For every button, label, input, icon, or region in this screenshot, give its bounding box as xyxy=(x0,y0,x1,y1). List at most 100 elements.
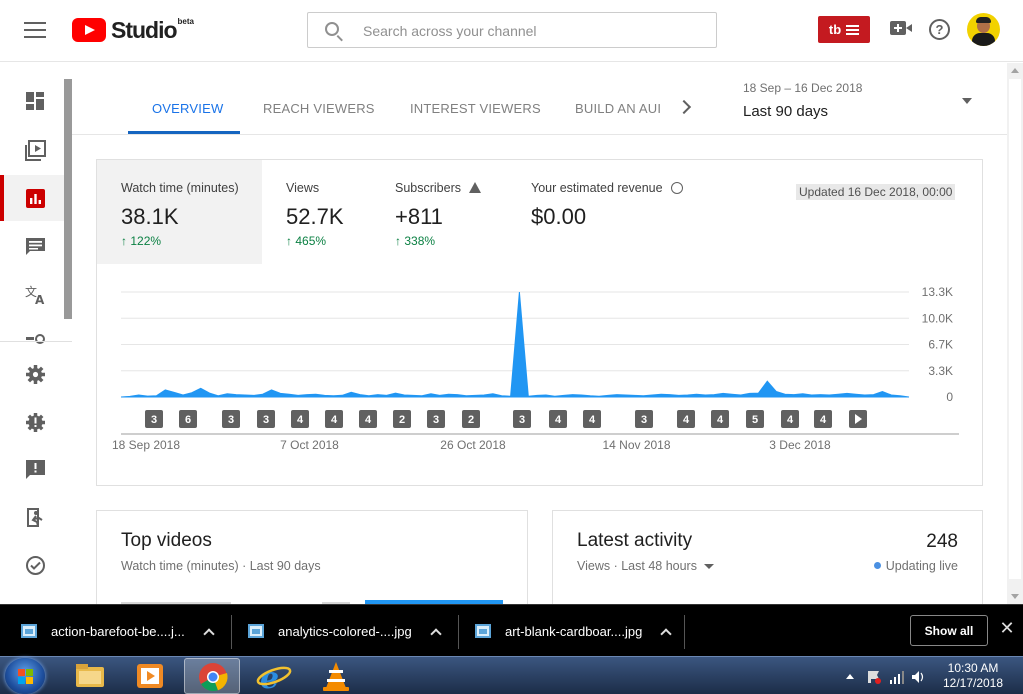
sidebar-item-check[interactable] xyxy=(0,542,64,588)
chevron-up-icon[interactable] xyxy=(203,627,215,640)
tab-build-audience[interactable]: BUILD AN AUI xyxy=(575,101,661,116)
active-tab-indicator xyxy=(128,131,240,134)
taskbar-media-player[interactable] xyxy=(122,658,178,694)
video-badge-count: 4 xyxy=(297,414,304,426)
watch-time-chart[interactable]: 13.3K 10.0K 6.7K 3.3K 0 18 Sep 2018 7 Oct 2018… xyxy=(97,160,982,485)
video-badge-count: 3 xyxy=(228,414,234,426)
taskbar-explorer[interactable] xyxy=(62,658,118,694)
analytics-icon xyxy=(26,189,45,208)
close-icon[interactable]: ✕ xyxy=(997,618,1017,638)
tubebuddy-button[interactable]: tb xyxy=(818,16,870,43)
top-videos-subtitle: Watch time (minutes) · Last 90 days xyxy=(121,559,321,573)
show-all-button[interactable]: Show all xyxy=(910,615,988,646)
clock-date: 12/17/2018 xyxy=(942,676,1004,690)
vlc-icon xyxy=(323,662,349,691)
help-icon[interactable]: ? xyxy=(929,19,950,40)
download-separator xyxy=(458,615,459,649)
scroll-up-icon[interactable] xyxy=(1011,68,1019,73)
image-file-icon xyxy=(475,624,491,638)
latest-activity-title: Latest activity xyxy=(577,530,693,551)
video-badge-count: 4 xyxy=(717,414,724,426)
search-box[interactable] xyxy=(307,12,717,48)
system-tray-icons[interactable] xyxy=(866,669,926,685)
latest-activity-subtitle[interactable]: Views · Last 48 hours xyxy=(577,559,714,573)
windows-start-button[interactable] xyxy=(5,658,45,694)
chevron-down-icon[interactable] xyxy=(703,564,714,569)
x-tick-label: 7 Oct 2018 xyxy=(280,438,339,452)
y-tick-label: 0 xyxy=(946,390,953,404)
dashboard-icon xyxy=(26,92,44,110)
download-separator xyxy=(684,615,685,649)
studio-logo[interactable]: Studio beta xyxy=(72,17,194,43)
x-tick-label: 14 Nov 2018 xyxy=(602,438,670,452)
sidebar-item-settings[interactable] xyxy=(0,351,64,397)
tab-overview[interactable]: OVERVIEW xyxy=(152,101,223,116)
clock-time: 10:30 AM xyxy=(947,661,999,675)
taskbar-chrome[interactable] xyxy=(184,658,240,694)
video-badge-count: 5 xyxy=(752,414,758,426)
gear-icon xyxy=(26,365,45,384)
chevron-up-icon[interactable] xyxy=(430,627,442,640)
media-player-icon xyxy=(137,664,163,688)
logo-text: Studio xyxy=(111,17,178,43)
video-badge-count: 4 xyxy=(365,414,372,426)
menu-icon[interactable] xyxy=(24,22,46,38)
sidebar: 文A xyxy=(0,63,72,604)
latest-activity-count: 248 xyxy=(926,531,958,552)
translate-icon: 文A xyxy=(25,284,45,305)
alert-gear-icon xyxy=(26,413,45,432)
show-hidden-icons-icon[interactable] xyxy=(846,674,854,679)
chevron-down-icon[interactable] xyxy=(962,98,972,104)
search-input[interactable] xyxy=(363,21,693,41)
download-item[interactable]: action-barefoot-be....j... xyxy=(21,605,221,657)
tab-reach-viewers[interactable]: REACH VIEWERS xyxy=(263,101,375,116)
sidebar-item-status[interactable] xyxy=(0,399,64,445)
app-window: Studio beta tb ? 文A xyxy=(0,0,1023,694)
create-video-icon[interactable] xyxy=(890,21,912,35)
sidebar-item-feedback[interactable] xyxy=(0,446,64,492)
overview-card: Watch time (minutes) 38.1K ↑ 122% Views … xyxy=(96,159,983,486)
download-item[interactable]: art-blank-cardboar....jpg xyxy=(475,605,675,657)
page-scrollbar[interactable] xyxy=(1007,63,1023,604)
top-videos-title: Top videos xyxy=(121,530,212,551)
video-badge-count: 2 xyxy=(468,414,474,426)
sidebar-item-videos[interactable] xyxy=(0,127,64,173)
sidebar-item-comments[interactable] xyxy=(0,223,64,269)
chevron-right-icon[interactable] xyxy=(676,99,692,115)
x-tick-label: 26 Oct 2018 xyxy=(440,438,506,452)
x-tick-label: 3 Dec 2018 xyxy=(769,438,831,452)
y-tick-label: 6.7K xyxy=(928,338,953,352)
top-header: Studio beta tb ? xyxy=(0,0,1023,62)
beta-label: beta xyxy=(177,17,194,26)
sidebar-scrollbar[interactable] xyxy=(64,79,72,319)
taskbar-vlc[interactable] xyxy=(308,658,364,694)
taskbar-internet-explorer[interactable]: e xyxy=(246,658,302,694)
search-icon[interactable] xyxy=(325,22,339,36)
taskbar-clock[interactable]: 10:30 AM 12/17/2018 xyxy=(938,661,1008,691)
download-filename: action-barefoot-be....j... xyxy=(51,623,185,639)
video-badge-count: 2 xyxy=(399,414,405,426)
youtube-play-icon xyxy=(72,18,106,42)
sidebar-divider xyxy=(0,341,72,342)
chevron-up-icon[interactable] xyxy=(660,627,672,640)
download-filename: analytics-colored-....jpg xyxy=(278,623,412,639)
scroll-down-icon[interactable] xyxy=(1011,594,1019,599)
tab-interest-viewers[interactable]: INTEREST VIEWERS xyxy=(410,101,541,116)
video-badge-count: 3 xyxy=(263,414,269,426)
scroll-thumb[interactable] xyxy=(1009,79,1021,579)
avatar[interactable] xyxy=(967,13,1000,46)
sidebar-item-analytics[interactable] xyxy=(0,175,64,221)
video-badge-count: 3 xyxy=(433,414,439,426)
video-badge-count: 3 xyxy=(151,414,157,426)
sidebar-item-classic[interactable] xyxy=(0,494,64,540)
internet-explorer-icon: e xyxy=(256,661,292,694)
period-select[interactable]: Last 90 days xyxy=(743,103,828,120)
exit-icon xyxy=(27,508,43,527)
sidebar-item-dashboard[interactable] xyxy=(0,78,64,124)
sidebar-item-translations[interactable]: 文A xyxy=(0,271,64,317)
check-circle-icon xyxy=(26,556,45,575)
svg-text:A: A xyxy=(35,293,45,305)
video-badge-count: 4 xyxy=(683,414,690,426)
date-range-text[interactable]: 18 Sep – 16 Dec 2018 xyxy=(743,81,862,95)
download-item[interactable]: analytics-colored-....jpg xyxy=(248,605,448,657)
